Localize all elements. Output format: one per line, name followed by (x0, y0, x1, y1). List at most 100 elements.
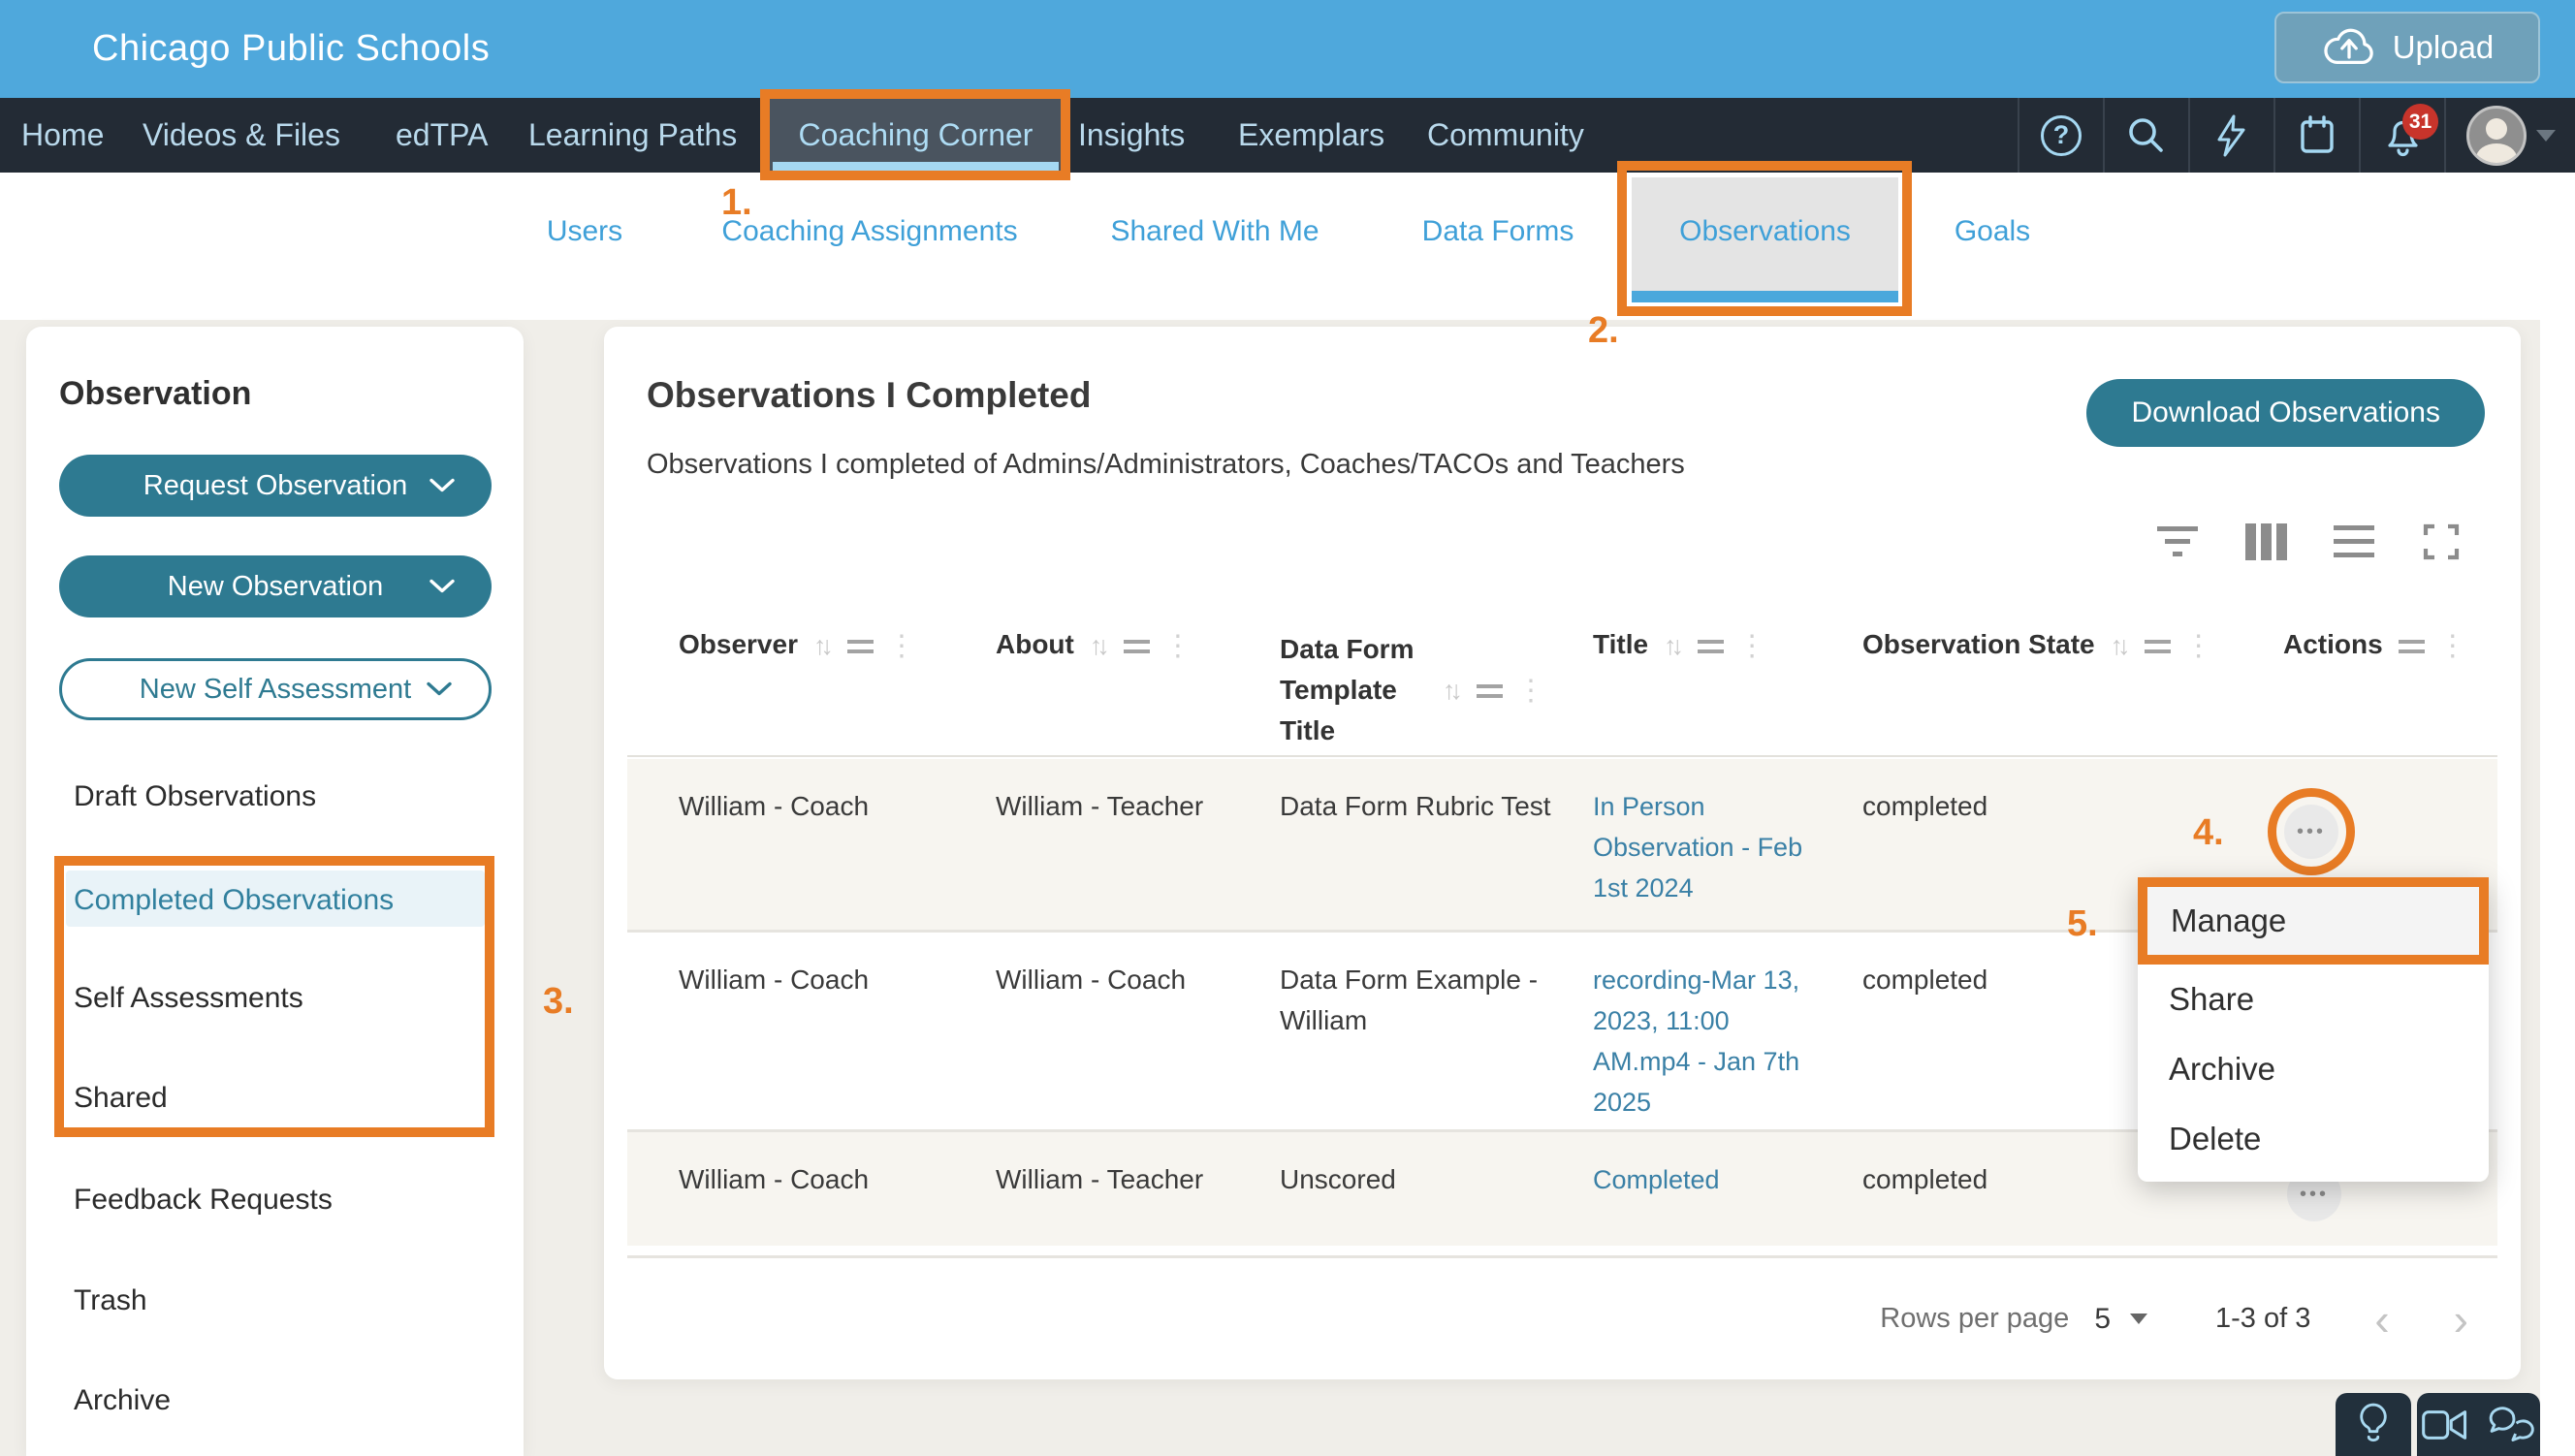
column-menu-icon[interactable] (1698, 640, 1724, 653)
cell-observer: William - Coach (679, 960, 996, 1129)
subnav-tab-users[interactable]: Users (547, 215, 622, 248)
fullscreen-icon[interactable] (2421, 522, 2462, 562)
menu-item-archive[interactable]: Archive (2138, 1034, 2489, 1104)
upload-button[interactable]: Upload (2274, 12, 2540, 83)
sidebar-item-feedback-requests[interactable]: Feedback Requests (74, 1184, 333, 1217)
kebab-icon[interactable]: ⋮ (1737, 629, 1766, 663)
request-observation-button[interactable]: Request Observation (59, 455, 492, 517)
observation-title-link[interactable]: recording-Mar 13, 2023, 11:00 AM.mp4 - J… (1593, 965, 1799, 1117)
nav-item-insights[interactable]: Insights (1078, 98, 1185, 173)
menu-item-manage[interactable]: Manage (2138, 877, 2489, 965)
notifications-button[interactable]: 31 (2359, 98, 2444, 173)
rows-per-page-value: 5 (2094, 1303, 2111, 1336)
sort-icon[interactable]: ↑↓ (813, 631, 834, 661)
cell-observer: William - Coach (679, 1159, 996, 1246)
sort-icon[interactable]: ↑↓ (2111, 631, 2131, 661)
new-observation-button[interactable]: New Observation (59, 555, 492, 617)
cell-about: William - Teacher (996, 786, 1280, 930)
quick-actions-button[interactable] (2188, 98, 2273, 173)
nav-item-edtpa[interactable]: edTPA (396, 98, 488, 173)
nav-item-learning-paths[interactable]: Learning Paths (528, 98, 737, 173)
column-header-about[interactable]: About ↑↓ ⋮ (996, 629, 1280, 755)
sidebar-item-self-assessments[interactable]: Self Assessments (74, 982, 303, 1015)
sidebar-item-archive[interactable]: Archive (74, 1384, 171, 1417)
rows-per-page-select[interactable]: 5 (2094, 1303, 2147, 1336)
column-header-title[interactable]: Title ↑↓ ⋮ (1593, 629, 1862, 755)
page-subtitle: Observations I completed of Admins/Admin… (647, 449, 1685, 481)
kebab-icon[interactable]: ⋮ (2184, 629, 2213, 663)
sidebar-item-completed-observations[interactable]: Completed Observations (74, 884, 394, 917)
row-actions-menu: Manage Share Archive Delete (2138, 877, 2489, 1182)
cell-template: Data Form Rubric Test (1280, 786, 1556, 930)
kebab-icon[interactable]: ⋮ (887, 629, 916, 663)
column-header-observer[interactable]: Observer ↑↓ ⋮ (679, 629, 996, 755)
cell-about: William - Teacher (996, 1159, 1280, 1246)
subnav-tab-observations[interactable]: Observations (1632, 177, 1898, 302)
search-button[interactable] (2103, 98, 2188, 173)
menu-item-delete[interactable]: Delete (2138, 1104, 2489, 1174)
calendar-button[interactable] (2273, 98, 2359, 173)
sidebar-item-draft-observations[interactable]: Draft Observations (74, 780, 316, 813)
sort-icon[interactable]: ↑↓ (1664, 631, 1684, 661)
sidebar-item-trash[interactable]: Trash (74, 1284, 147, 1317)
subnav-tab-shared-with-me[interactable]: Shared With Me (1110, 215, 1319, 248)
table-toolbar (2156, 517, 2462, 566)
ellipsis-icon: ••• (2300, 1184, 2329, 1206)
row-actions-button[interactable]: ••• (2284, 805, 2338, 859)
dropdown-caret-icon (2130, 1314, 2147, 1324)
column-header-observation-state[interactable]: Observation State ↑↓ ⋮ (1862, 629, 2283, 755)
density-icon[interactable] (2334, 517, 2374, 566)
menu-item-share[interactable]: Share (2138, 965, 2489, 1034)
calendar-icon (2296, 113, 2338, 158)
column-header-data-form-template-title[interactable]: Data Form Template Title ↑↓ ⋮ (1280, 629, 1593, 755)
help-tips-dock[interactable] (2336, 1393, 2411, 1456)
sidebar-heading: Observation (59, 375, 251, 413)
cell-template: Unscored (1280, 1159, 1556, 1246)
active-nav-underline (773, 162, 1059, 171)
column-menu-icon[interactable] (847, 640, 874, 653)
nav-item-exemplars[interactable]: Exemplars (1238, 98, 1384, 173)
annotation-step-2: 2. (1588, 310, 1619, 352)
previous-page-button[interactable]: ‹ (2374, 1300, 2389, 1339)
subnav-tab-observations-label: Observations (1632, 215, 1898, 248)
ellipsis-icon: ••• (2297, 821, 2326, 843)
sidebar-item-shared[interactable]: Shared (74, 1082, 168, 1115)
profile-menu[interactable] (2444, 98, 2575, 173)
sort-icon[interactable]: ↑↓ (1443, 676, 1463, 706)
help-button[interactable]: ? (2018, 98, 2103, 173)
column-menu-icon[interactable] (1124, 640, 1150, 653)
table-header-row: Observer ↑↓ ⋮ About ↑↓ ⋮ Data Form Templ… (627, 610, 2497, 757)
chevron-down-icon (427, 682, 452, 697)
kebab-icon[interactable]: ⋮ (1516, 674, 1545, 708)
lightbulb-icon (2355, 1402, 2392, 1448)
columns-icon[interactable] (2245, 523, 2287, 560)
kebab-icon[interactable]: ⋮ (1163, 629, 1192, 663)
video-chat-dock[interactable] (2417, 1393, 2540, 1456)
nav-item-community[interactable]: Community (1427, 98, 1584, 173)
scrollbar-track[interactable] (2540, 320, 2575, 1456)
observation-title-link[interactable]: In Person Observation - Feb 1st 2024 (1593, 792, 1802, 902)
observation-sidebar: Observation Request Observation New Obse… (26, 327, 524, 1456)
kebab-icon[interactable]: ⋮ (2438, 629, 2467, 663)
lightning-icon (2212, 113, 2251, 158)
subnav-tab-data-forms[interactable]: Data Forms (1422, 215, 1574, 248)
column-menu-icon[interactable] (2399, 640, 2425, 653)
subnav-tab-goals[interactable]: Goals (1955, 215, 2030, 248)
sort-icon[interactable]: ↑↓ (1090, 631, 1110, 661)
download-observations-button[interactable]: Download Observations (2086, 379, 2485, 447)
new-self-assessment-button[interactable]: New Self Assessment (59, 658, 492, 720)
column-menu-icon[interactable] (1477, 684, 1503, 698)
new-observation-label: New Observation (168, 571, 383, 603)
next-page-button[interactable]: › (2454, 1300, 2468, 1339)
nav-item-coaching-corner[interactable]: Coaching Corner (770, 98, 1062, 173)
column-menu-icon[interactable] (2145, 640, 2171, 653)
observation-title-link[interactable]: Completed (1593, 1165, 1720, 1194)
cell-template: Data Form Example - William (1280, 960, 1556, 1129)
nav-item-home[interactable]: Home (21, 98, 104, 173)
filter-icon[interactable] (2156, 519, 2199, 564)
profile-caret-icon (2536, 130, 2556, 142)
nav-item-videos-files[interactable]: Videos & Files (143, 98, 340, 173)
column-header-actions[interactable]: Actions ⋮ (2283, 629, 2497, 755)
subnav-tab-coaching-assignments[interactable]: Coaching Assignments (721, 215, 1017, 248)
chevron-down-icon (429, 479, 455, 493)
